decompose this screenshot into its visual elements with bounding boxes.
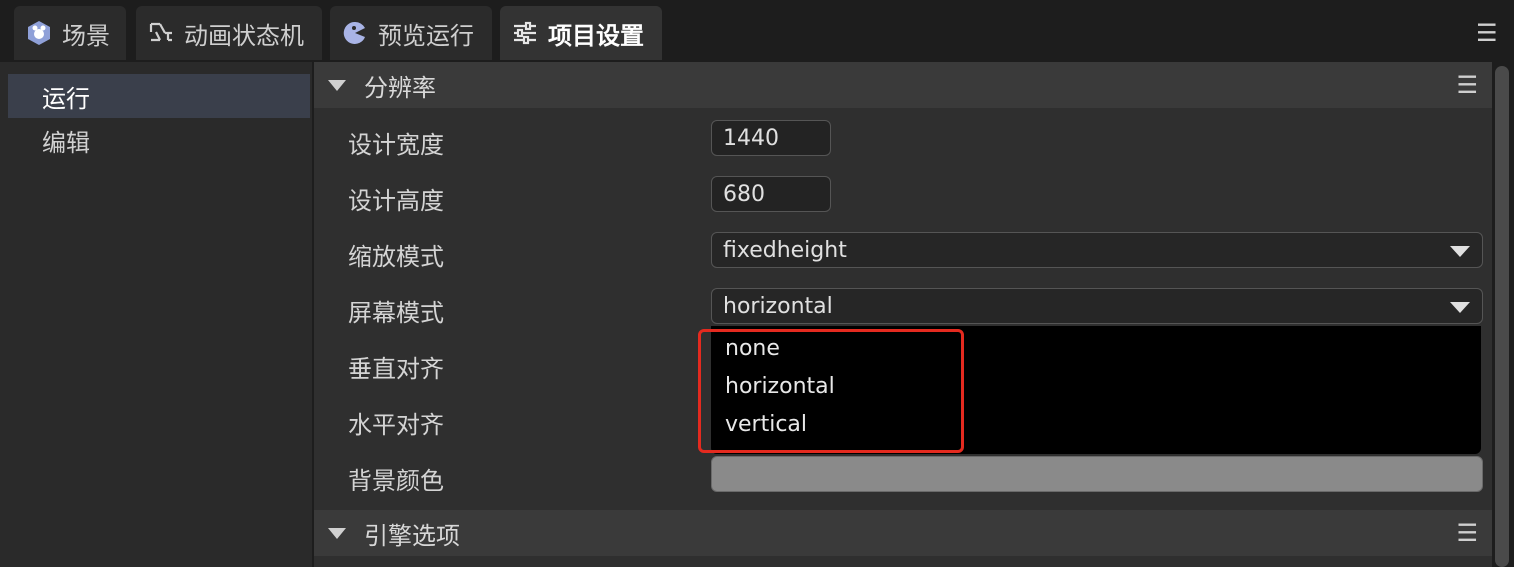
- bg-color-label: 背景颜色: [348, 467, 444, 495]
- section-title: 引擎选项: [364, 521, 460, 550]
- sidebar-item-edit[interactable]: 编辑: [8, 118, 310, 162]
- tab-project-settings[interactable]: 项目设置: [500, 6, 662, 60]
- sidebar-item-label: 运行: [42, 84, 90, 113]
- collapse-triangle-icon[interactable]: [328, 79, 346, 91]
- section-title: 分辨率: [364, 73, 436, 102]
- scale-mode-label: 缩放模式: [348, 243, 444, 271]
- design-height-input[interactable]: 680: [711, 176, 831, 212]
- section-menu-icon[interactable]: ☰: [1456, 73, 1478, 97]
- sidebar-item-label: 编辑: [42, 128, 90, 157]
- chevron-down-icon: [1450, 302, 1470, 313]
- panel-menu-icon[interactable]: ☰: [1476, 21, 1498, 45]
- screen-mode-select[interactable]: horizontal: [711, 288, 1483, 324]
- bg-color-swatch[interactable]: [711, 456, 1483, 492]
- tab-preview[interactable]: 预览运行: [330, 6, 492, 60]
- design-height-value: 680: [723, 181, 765, 207]
- section-resolution-header[interactable]: 分辨率 ☰: [314, 62, 1492, 108]
- design-width-input[interactable]: 1440: [711, 120, 831, 156]
- screen-mode-value: horizontal: [723, 293, 833, 319]
- settings-panel: 分辨率 ☰ 设计宽度 1440 设计高度 680 缩放模式 fixedheigh…: [314, 62, 1492, 567]
- scene-icon: [26, 20, 52, 46]
- section-engine-header[interactable]: 引擎选项 ☰: [314, 510, 1492, 556]
- vertical-align-label: 垂直对齐: [348, 355, 444, 383]
- scale-mode-value: fixedheight: [723, 237, 847, 263]
- settings-sidebar: 运行 编辑: [0, 62, 312, 567]
- tab-label: 项目设置: [548, 21, 644, 50]
- preview-icon: [342, 20, 368, 46]
- design-width-label: 设计宽度: [348, 131, 444, 159]
- tab-scene[interactable]: 场景: [14, 6, 126, 60]
- tab-label: 场景: [62, 21, 110, 50]
- tab-label: 预览运行: [378, 21, 474, 50]
- design-height-label: 设计高度: [348, 187, 444, 215]
- tab-state-machine[interactable]: 动画状态机: [136, 6, 322, 60]
- collapse-triangle-icon[interactable]: [328, 527, 346, 539]
- section-menu-icon[interactable]: ☰: [1456, 521, 1478, 545]
- scale-mode-select[interactable]: fixedheight: [711, 232, 1483, 268]
- sidebar-item-run[interactable]: 运行: [8, 74, 310, 118]
- screen-mode-label: 屏幕模式: [348, 299, 444, 327]
- tab-label: 动画状态机: [184, 21, 304, 50]
- highlight-box: [698, 329, 964, 453]
- tab-bar: 场景 动画状态机 预览运行 项目设置 ☰: [0, 0, 1514, 62]
- state-machine-icon: [148, 20, 174, 46]
- horizontal-align-label: 水平对齐: [348, 411, 444, 439]
- scrollbar-thumb[interactable]: [1495, 66, 1509, 567]
- chevron-down-icon: [1450, 246, 1470, 257]
- design-width-value: 1440: [723, 125, 779, 151]
- settings-sliders-icon: [512, 20, 538, 46]
